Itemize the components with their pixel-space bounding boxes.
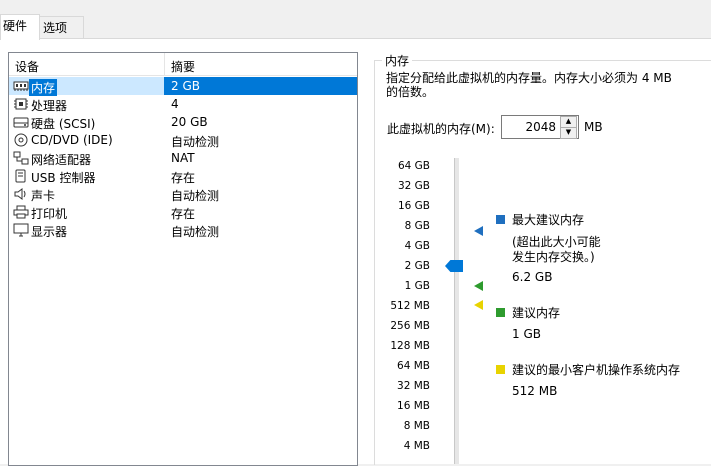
device-summary: 自动检测: [171, 135, 220, 149]
device-summary: 2 GB: [171, 79, 200, 93]
recommended-legend-value: 1 GB: [512, 327, 541, 341]
scale-tick-label: 256 MB: [390, 320, 430, 332]
harddisk-icon: [13, 117, 29, 128]
device-name: 网络适配器: [31, 153, 92, 167]
max-legend-note: 发生内存交换。): [512, 250, 595, 264]
scale-tick-label: 512 MB: [390, 300, 430, 312]
column-separator[interactable]: [164, 53, 165, 75]
usb-icon: [15, 169, 26, 183]
min-guest-legend-value: 512 MB: [512, 384, 558, 398]
memory-spinbox[interactable]: 2048 ▲ ▼: [501, 115, 579, 139]
max-legend-value: 6.2 GB: [512, 270, 553, 284]
scale-tick-label: 16 GB: [397, 200, 430, 212]
list-item-display[interactable]: 显示器 自动检测: [9, 221, 357, 239]
device-name: 打印机: [31, 207, 68, 221]
device-name: 显示器: [31, 225, 68, 239]
device-summary: 存在: [171, 207, 196, 221]
list-item-network-adapter[interactable]: 网络适配器 NAT: [9, 149, 357, 167]
scale-tick-label: 32 GB: [397, 180, 430, 192]
scale-tick-label: 4 MB: [403, 440, 430, 452]
memory-field-label: 此虚拟机的内存(M):: [387, 122, 495, 136]
tab-hardware[interactable]: 硬件: [0, 14, 40, 40]
recommended-legend-swatch: [496, 308, 505, 317]
min-guest-legend-title: 建议的最小客户机操作系统内存: [512, 363, 681, 377]
max-legend-note: (超出此大小可能: [512, 235, 601, 249]
tab-options[interactable]: 选项: [38, 16, 84, 39]
device-summary: 4: [171, 97, 179, 111]
list-item-harddisk[interactable]: 硬盘 (SCSI) 20 GB: [9, 113, 357, 131]
memory-unit: MB: [584, 120, 603, 134]
device-summary: 自动检测: [171, 225, 220, 239]
list-item-sound-card[interactable]: 声卡 自动检测: [9, 185, 357, 203]
list-item-memory[interactable]: 内存 2 GB: [9, 77, 357, 96]
memory-slider-track[interactable]: [454, 158, 459, 464]
scale-tick-label: 128 MB: [390, 340, 430, 352]
list-item-cd-dvd[interactable]: CD/DVD (IDE) 自动检测: [9, 131, 357, 149]
printer-icon: [13, 205, 29, 219]
scale-tick-label: 2 GB: [404, 260, 430, 272]
cd-dvd-icon: [14, 133, 28, 147]
spin-down-button[interactable]: ▼: [560, 127, 577, 139]
sound-card-icon: [14, 188, 26, 200]
max-legend-title: 最大建议内存: [512, 213, 585, 227]
device-summary: 20 GB: [171, 115, 208, 129]
scale-tick-label: 64 MB: [397, 360, 430, 372]
display-icon: [13, 223, 29, 237]
device-list: 设备 摘要 内存 2 GB 处理器 4 硬盘 (SCSI) 20 GB CD/D…: [8, 52, 358, 466]
memory-description: 指定分配给此虚拟机的内存量。内存大小必须为 4 MB 的倍数。: [386, 71, 672, 99]
device-list-header: 设备 摘要: [9, 53, 357, 76]
network-adapter-icon: [13, 151, 29, 165]
recommended-marker: [474, 281, 483, 291]
device-summary: 存在: [171, 171, 196, 185]
scale-tick-label: 8 MB: [403, 420, 430, 432]
tab-strip: 硬件 选项: [0, 0, 711, 40]
device-name: 声卡: [31, 189, 56, 203]
scale-tick-label: 64 GB: [397, 160, 430, 172]
device-summary: 自动检测: [171, 189, 220, 203]
device-name: 内存: [29, 79, 58, 96]
column-header-summary[interactable]: 摘要: [171, 58, 195, 75]
max-legend-swatch: [496, 215, 505, 224]
memory-icon: [13, 81, 29, 91]
scale-tick-label: 1 GB: [404, 280, 430, 292]
list-item-usb[interactable]: USB 控制器 存在: [9, 167, 357, 185]
scale-tick-label: 4 GB: [404, 240, 430, 252]
device-name: CD/DVD (IDE): [31, 133, 113, 147]
recommended-legend-title: 建议内存: [512, 306, 561, 320]
min-guest-legend-swatch: [496, 365, 505, 374]
scale-tick-label: 32 MB: [397, 380, 430, 392]
list-item-printer[interactable]: 打印机 存在: [9, 203, 357, 221]
memory-group-title: 内存: [382, 52, 413, 69]
memory-value[interactable]: 2048: [525, 120, 556, 134]
device-name: USB 控制器: [31, 171, 96, 185]
device-name: 硬盘 (SCSI): [31, 117, 96, 131]
scale-tick-label: 8 GB: [404, 220, 430, 232]
max-recommended-marker: [474, 226, 483, 236]
scale-tick-label: 16 MB: [397, 400, 430, 412]
list-item-processor[interactable]: 处理器 4: [9, 95, 357, 113]
min-guest-marker: [474, 300, 483, 310]
device-name: 处理器: [31, 99, 68, 113]
column-header-device[interactable]: 设备: [15, 58, 39, 75]
device-summary: NAT: [171, 151, 195, 165]
memory-scale-labels: 64 GB 32 GB 16 GB 8 GB 4 GB 2 GB 1 GB 51…: [380, 155, 460, 464]
processor-icon: [14, 98, 28, 110]
